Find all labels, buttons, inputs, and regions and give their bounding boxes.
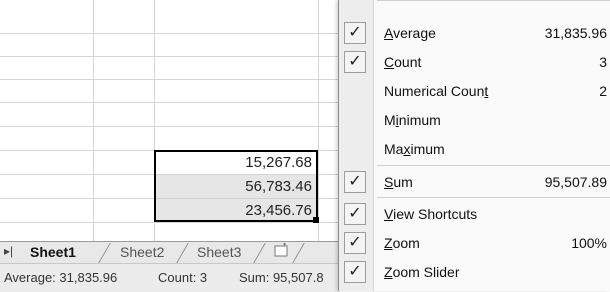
row-divider	[0, 33, 340, 34]
menu-separator	[377, 197, 610, 198]
menu-item-average[interactable]: ✓ Average 31,835.96	[339, 19, 610, 48]
tab-sheet3[interactable]: Sheet3	[197, 243, 241, 262]
menu-item-label: Minimum	[384, 112, 441, 128]
menu-item-minimum[interactable]: Minimum	[339, 106, 610, 135]
tab-divider	[253, 243, 266, 263]
status-sum: Sum: 95,507.8	[239, 270, 324, 285]
checkmark-icon: ✓	[344, 232, 366, 254]
fill-handle[interactable]	[313, 217, 319, 223]
menu-item-label: Numerical Count	[384, 83, 489, 99]
column-divider	[318, 0, 319, 241]
row-divider	[0, 126, 340, 127]
menu-item-count[interactable]: ✓ Count 3	[339, 48, 610, 77]
menu-item-view-shortcuts[interactable]: ✓ View Shortcuts	[339, 200, 610, 229]
menu-item-sum[interactable]: ✓ Sum 95,507.89	[339, 168, 610, 197]
menu-item-maximum[interactable]: Maximum	[339, 135, 610, 164]
menu-item-value: 2	[599, 83, 607, 99]
checkmark-icon: ✓	[344, 261, 366, 283]
row-divider	[0, 56, 340, 57]
row-divider	[0, 79, 340, 80]
tab-divider	[176, 243, 189, 263]
menu-item-zoom[interactable]: ✓ Zoom 100%	[339, 229, 610, 258]
menu-separator	[377, 0, 610, 1]
cell-value-3[interactable]: 23,456.76	[155, 199, 316, 222]
status-count: Count: 3	[158, 270, 208, 285]
tab-divider	[292, 243, 305, 263]
tab-sheet2[interactable]: Sheet2	[120, 243, 164, 262]
customize-status-bar-menu: ✓ Average 31,835.96 ✓ Count 3 Numerical Count 2…	[338, 0, 610, 291]
row-divider	[0, 222, 340, 223]
cell-value-2[interactable]: 56,783.46	[155, 175, 316, 198]
menu-item-label: View Shortcuts	[384, 206, 478, 222]
sheet-tab-bar: ▸| Sheet1 Sheet2 Sheet3	[0, 241, 340, 264]
tab-divider	[98, 243, 111, 263]
menu-item-label: Zoom	[384, 235, 420, 251]
menu-item-label: Maximum	[384, 141, 445, 157]
menu-item-label: Count	[384, 54, 422, 70]
menu-item-label: Zoom Slider	[384, 264, 460, 280]
cell-value-1[interactable]: 15,267.68	[155, 151, 316, 174]
tab-sheet1[interactable]: Sheet1	[30, 243, 76, 262]
menu-item-zoom-slider[interactable]: ✓ Zoom Slider	[339, 258, 610, 287]
menu-item-label: Sum	[384, 174, 413, 190]
menu-item-value: 100%	[571, 235, 607, 251]
menu-item-value: 31,835.96	[544, 25, 607, 41]
column-divider	[93, 0, 94, 241]
checkmark-icon: ✓	[344, 22, 366, 44]
checkmark-icon: ✓	[344, 171, 366, 193]
last-sheet-icon[interactable]: ▸|	[4, 244, 13, 258]
insert-worksheet-icon[interactable]	[272, 243, 292, 262]
menu-item-value: 3	[599, 54, 607, 70]
checkmark-icon: ✓	[344, 203, 366, 225]
menu-separator	[377, 165, 610, 166]
status-average: Average: 31,835.96	[4, 270, 118, 285]
menu-item-label: Average	[384, 25, 436, 41]
menu-item-value: 95,507.89	[544, 174, 607, 190]
worksheet-grid[interactable]: 15,267.68 56,783.46 23,456.76	[0, 0, 340, 241]
status-bar[interactable]: Average: 31,835.96 Count: 3 Sum: 95,507.…	[0, 263, 340, 292]
checkmark-icon: ✓	[344, 51, 366, 73]
row-divider	[0, 102, 340, 103]
menu-item-numerical-count[interactable]: Numerical Count 2	[339, 77, 610, 106]
